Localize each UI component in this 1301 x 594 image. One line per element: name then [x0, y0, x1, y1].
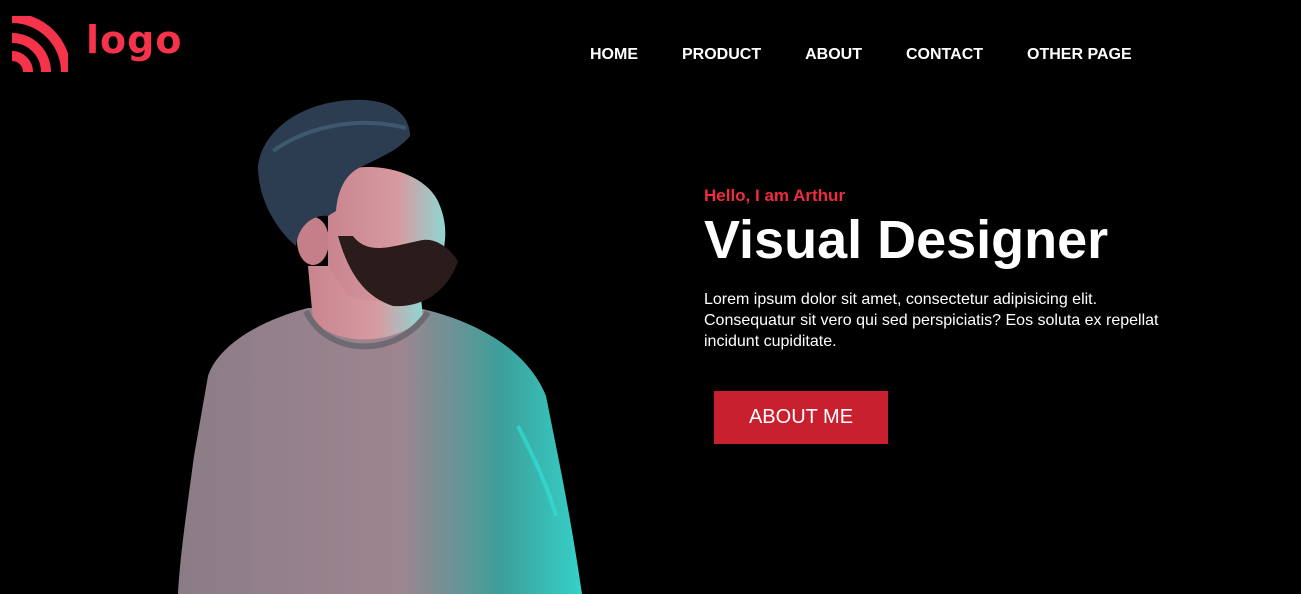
- nav-product[interactable]: PRODUCT: [682, 46, 761, 64]
- nav-about[interactable]: ABOUT: [805, 46, 862, 64]
- hero-greeting: Hello, I am Arthur: [704, 186, 846, 205]
- hero-section: Hello, I am Arthur Visual Designer Lorem…: [704, 186, 1184, 352]
- about-me-button[interactable]: ABOUT ME: [714, 391, 888, 444]
- nav-contact[interactable]: CONTACT: [906, 46, 983, 64]
- hero-title: Visual Designer: [704, 210, 1109, 270]
- hero-description: Lorem ipsum dolor sit amet, consectetur …: [704, 290, 1159, 350]
- logo-rss-icon: [11, 16, 68, 73]
- main-nav: HOME PRODUCT ABOUT CONTACT OTHER PAGE: [590, 46, 1176, 64]
- nav-other-page[interactable]: OTHER PAGE: [1027, 46, 1132, 64]
- logo-text: logo: [86, 18, 183, 62]
- nav-home[interactable]: HOME: [590, 46, 638, 64]
- logo[interactable]: logo: [10, 16, 182, 74]
- man-portrait-image: [178, 99, 582, 594]
